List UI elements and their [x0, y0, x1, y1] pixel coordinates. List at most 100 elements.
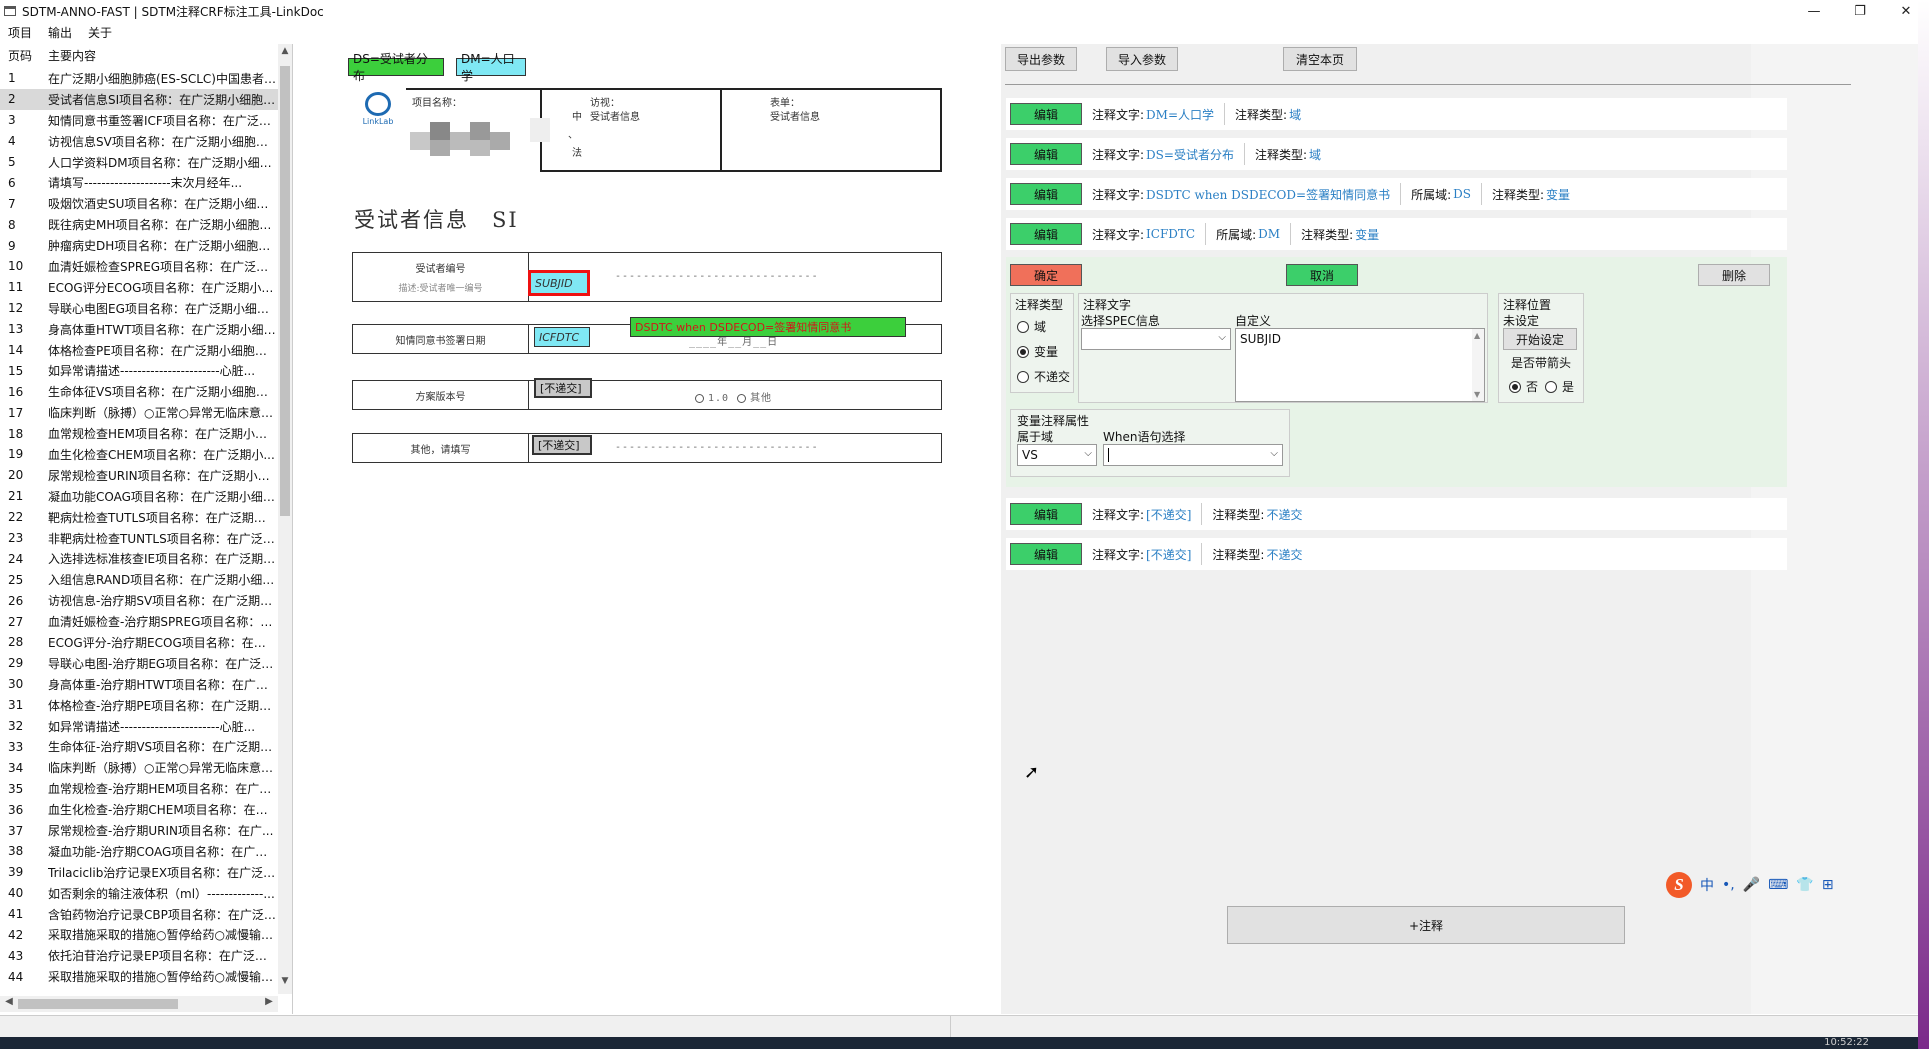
- radio-arrow-yes[interactable]: 是: [1545, 378, 1574, 395]
- list-item[interactable]: 1 在广泛期小细胞肺癌(ES-SCLC)中国患者中...: [0, 68, 278, 89]
- list-item[interactable]: 40 如否剩余的输注液体积（ml）-------------...: [0, 883, 278, 904]
- list-item[interactable]: 22 靶病灶检查TUTLS项目名称：在广泛期小...: [0, 507, 278, 528]
- ime-punctuation-icon[interactable]: •,: [1722, 877, 1735, 893]
- list-item[interactable]: 29 导联心电图-治疗期EG项目名称：在广泛期...: [0, 653, 278, 674]
- menu-project[interactable]: 项目: [8, 24, 32, 41]
- list-item[interactable]: 10 血清妊娠检查SPREG项目名称：在广泛期...: [0, 256, 278, 277]
- list-item[interactable]: 34 临床判断（脉搏）○正常○异常无临床意义...: [0, 757, 278, 778]
- edit-button[interactable]: 编辑: [1010, 143, 1082, 165]
- page-list-vscrollbar[interactable]: ▲ ▼: [278, 44, 292, 994]
- column-header-page[interactable]: 页码: [0, 47, 48, 64]
- ime-keyboard-icon[interactable]: ⌨: [1768, 877, 1788, 893]
- list-item-page-number: 20: [8, 468, 24, 483]
- custom-text-input[interactable]: SUBJID ▲ ▼: [1235, 328, 1485, 402]
- list-item-content: 尿常规检查-治疗期URIN项目名称：在广...: [48, 824, 274, 838]
- list-item[interactable]: 39 Trilaciclib治疗记录EX项目名称：在广泛期...: [0, 862, 278, 883]
- list-item[interactable]: 14 体格检查PE项目名称：在广泛期小细胞肺...: [0, 340, 278, 361]
- list-item[interactable]: 12 导联心电图EG项目名称：在广泛期小细胞...: [0, 298, 278, 319]
- column-header-content[interactable]: 主要内容: [48, 47, 96, 64]
- list-item[interactable]: 19 血生化检查CHEM项目名称：在广泛期小...: [0, 444, 278, 465]
- radio-arrow-no[interactable]: 否: [1509, 378, 1538, 395]
- ime-skin-icon[interactable]: 👕: [1796, 877, 1813, 893]
- list-item[interactable]: 25 入组信息RAND项目名称：在广泛期小细胞...: [0, 569, 278, 590]
- list-item[interactable]: 4 访视信息SV项目名称：在广泛期小细胞肺...: [0, 131, 278, 152]
- list-item[interactable]: 13 身高体重HTWT项目名称：在广泛期小细胞...: [0, 319, 278, 340]
- confirm-button[interactable]: 确定: [1010, 264, 1082, 286]
- list-item[interactable]: 11 ECOG评分ECOG项目名称：在广泛期小细...: [0, 277, 278, 298]
- edit-button[interactable]: 编辑: [1010, 103, 1082, 125]
- hscroll-thumb[interactable]: [18, 999, 178, 1009]
- list-item[interactable]: 28 ECOG评分-治疗期ECOG项目名称：在广...: [0, 632, 278, 653]
- clear-page-button[interactable]: 清空本页: [1283, 47, 1357, 71]
- list-item[interactable]: 21 凝血功能COAG项目名称：在广泛期小细胞...: [0, 486, 278, 507]
- start-set-position-button[interactable]: 开始设定: [1503, 328, 1577, 350]
- spec-select[interactable]: ⌵: [1081, 328, 1231, 350]
- menu-about[interactable]: 关于: [88, 24, 112, 41]
- list-item[interactable]: 41 含铂药物治疗记录CBP项目名称：在广泛期...: [0, 904, 278, 925]
- list-item[interactable]: 18 血常规检查HEM项目名称：在广泛期小细...: [0, 423, 278, 444]
- edit-button[interactable]: 编辑: [1010, 223, 1082, 245]
- list-item[interactable]: 5 人口学资料DM项目名称：在广泛期小细胞...: [0, 152, 278, 173]
- annotation-dsdtc[interactable]: DSDTC when DSDECOD=签署知情同意书: [630, 317, 906, 337]
- radio-type-variable[interactable]: 变量: [1017, 343, 1058, 360]
- import-params-button[interactable]: 导入参数: [1106, 47, 1178, 71]
- delete-button[interactable]: 删除: [1698, 264, 1770, 286]
- menu-output[interactable]: 输出: [48, 24, 72, 41]
- edit-button[interactable]: 编辑: [1010, 183, 1082, 205]
- annotation-not-submitted-2[interactable]: [不递交]: [532, 435, 592, 455]
- list-item[interactable]: 36 血生化检查-治疗期CHEM项目名称：在广...: [0, 799, 278, 820]
- list-item[interactable]: 2 受试者信息SI项目名称：在广泛期小细胞肺...: [0, 88, 278, 110]
- annotation-tag-ds[interactable]: DS=受试者分布: [348, 52, 444, 83]
- annotation-icfdtc[interactable]: ICFDTC: [534, 327, 590, 347]
- list-item[interactable]: 38 凝血功能-治疗期COAG项目名称：在广泛...: [0, 841, 278, 862]
- list-item[interactable]: 30 身高体重-治疗期HTWT项目名称：在广泛...: [0, 674, 278, 695]
- list-item[interactable]: 16 生命体征VS项目名称：在广泛期小细胞肺...: [0, 381, 278, 402]
- edit-button[interactable]: 编辑: [1010, 503, 1082, 525]
- list-item[interactable]: 17 临床判断（脉搏）○正常○异常无临床意义...: [0, 402, 278, 423]
- sogou-logo-icon[interactable]: S: [1666, 872, 1692, 898]
- cancel-button[interactable]: 取消: [1286, 264, 1358, 286]
- list-item[interactable]: 26 访视信息-治疗期SV项目名称：在广泛期小...: [0, 590, 278, 611]
- minimize-button[interactable]: —: [1791, 0, 1837, 22]
- page-list-hscrollbar[interactable]: ◀ ▶: [0, 996, 278, 1012]
- list-item[interactable]: 20 尿常规检查URIN项目名称：在广泛期小细...: [0, 465, 278, 486]
- scroll-down-arrow-icon[interactable]: ▼: [278, 976, 292, 992]
- ime-chinese-icon[interactable]: 中: [1700, 875, 1714, 895]
- list-item[interactable]: 43 依托泊苷治疗记录EP项目名称：在广泛期...: [0, 945, 278, 966]
- edit-button[interactable]: 编辑: [1010, 543, 1082, 565]
- list-item[interactable]: 32 如异常请描述-----------------------心脏...: [0, 716, 278, 737]
- list-item[interactable]: 44 采取措施采取的措施○暂停给药○减慢输注...: [0, 966, 278, 987]
- list-item[interactable]: 31 体格检查-治疗期PE项目名称：在广泛期小...: [0, 695, 278, 716]
- textarea-scrollbar[interactable]: ▲ ▼: [1472, 329, 1484, 401]
- list-item[interactable]: 33 生命体征-治疗期VS项目名称：在广泛期小...: [0, 737, 278, 758]
- annotation-subjid[interactable]: SUBJID: [528, 270, 590, 296]
- annotation-not-submitted-1[interactable]: [不递交]: [534, 378, 592, 398]
- list-item[interactable]: 37 尿常规检查-治疗期URIN项目名称：在广...: [0, 820, 278, 841]
- scroll-thumb[interactable]: [280, 66, 290, 516]
- list-item[interactable]: 27 血清妊娠检查-治疗期SPREG项目名称：在...: [0, 611, 278, 632]
- radio-type-not-submitted[interactable]: 不递交: [1017, 368, 1070, 385]
- list-item[interactable]: 3 知情同意书重签署ICF项目名称：在广泛期...: [0, 110, 278, 131]
- radio-type-domain[interactable]: 域: [1017, 318, 1046, 335]
- export-params-button[interactable]: 导出参数: [1005, 47, 1077, 71]
- list-item[interactable]: 9 肿瘤病史DH项目名称：在广泛期小细胞肺...: [0, 235, 278, 256]
- add-annotation-button[interactable]: +注释: [1227, 906, 1625, 944]
- list-item[interactable]: 35 血常规检查-治疗期HEM项目名称：在广泛...: [0, 778, 278, 799]
- scroll-up-arrow-icon[interactable]: ▲: [278, 46, 292, 62]
- list-item[interactable]: 7 吸烟饮酒史SU项目名称：在广泛期小细胞...: [0, 193, 278, 214]
- when-select[interactable]: ⌵: [1103, 444, 1283, 466]
- domain-select[interactable]: VS ⌵: [1017, 444, 1097, 466]
- ime-menu-icon[interactable]: ⊞: [1822, 877, 1834, 893]
- list-item-page-number: 18: [8, 426, 24, 441]
- maximize-button[interactable]: ❐: [1837, 0, 1883, 22]
- ime-mic-icon[interactable]: 🎤: [1743, 877, 1760, 893]
- list-item[interactable]: 8 既往病史MH项目名称：在广泛期小细胞肺...: [0, 214, 278, 235]
- list-item[interactable]: 15 如异常请描述-----------------------心脏...: [0, 360, 278, 381]
- list-item[interactable]: 42 采取措施采取的措施○暂停给药○减慢输注...: [0, 925, 278, 946]
- list-item[interactable]: 23 非靶病灶检查TUNTLS项目名称：在广泛期...: [0, 528, 278, 549]
- list-item[interactable]: 24 入选排选标准核查IE项目名称：在广泛期小...: [0, 548, 278, 569]
- scroll-left-arrow-icon[interactable]: ◀: [2, 996, 16, 1007]
- list-item[interactable]: 6 请填写--------------------末次月经年...: [0, 172, 278, 193]
- annotation-tag-dm[interactable]: DM=人口学: [456, 52, 526, 83]
- scroll-right-arrow-icon[interactable]: ▶: [262, 996, 276, 1007]
